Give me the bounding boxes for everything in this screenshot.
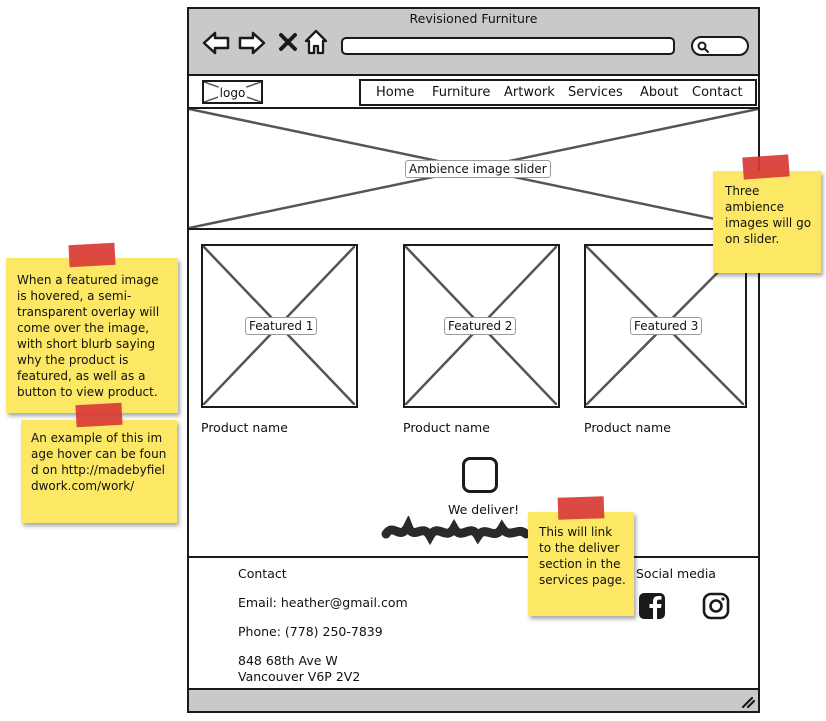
- forward-arrow-icon[interactable]: [237, 29, 267, 57]
- featured-image-2[interactable]: Featured 2: [403, 244, 560, 408]
- address-bar[interactable]: [341, 37, 675, 55]
- window-title: Revisioned Furniture: [409, 11, 538, 26]
- nav-about[interactable]: About: [640, 85, 678, 100]
- scribble-text-placeholder: [381, 516, 530, 546]
- featured-label: Featured 2: [444, 317, 517, 335]
- home-icon[interactable]: [303, 28, 329, 56]
- ambience-image-slider[interactable]: Ambience image slider: [189, 109, 758, 230]
- site-header: logo Home Furniture Artwork Services Abo…: [189, 76, 758, 109]
- slider-label: Ambience image slider: [405, 160, 551, 178]
- search-icon: [697, 41, 709, 53]
- nav-home[interactable]: Home: [376, 85, 414, 100]
- browser-search-field[interactable]: [691, 36, 749, 56]
- tape: [557, 496, 605, 520]
- note-text: An example of this image hover can be fo…: [31, 431, 167, 493]
- contact-email[interactable]: Email: heather@gmail.com: [238, 595, 408, 610]
- close-x-icon[interactable]: [277, 31, 299, 53]
- note-text: When a featured image is hovered, a semi…: [17, 273, 160, 399]
- instagram-icon[interactable]: [702, 592, 730, 620]
- tape: [68, 242, 116, 268]
- status-bar: [189, 688, 758, 711]
- resize-grip-icon[interactable]: [739, 694, 755, 708]
- back-arrow-icon[interactable]: [201, 29, 231, 57]
- featured-label: Featured 1: [245, 317, 318, 335]
- logo[interactable]: logo: [202, 80, 263, 104]
- facebook-icon[interactable]: [638, 592, 666, 620]
- delivery-icon[interactable]: [462, 457, 498, 493]
- tape: [75, 402, 123, 428]
- featured-image-1[interactable]: Featured 1: [201, 244, 358, 408]
- note-text: This will link to the deliver section in…: [539, 525, 626, 587]
- sticky-note-slider: Three ambience images will go on slider.: [713, 171, 821, 273]
- browser-toolbar: Revisioned Furniture: [189, 9, 758, 76]
- sticky-note-example: An example of this image hover can be fo…: [21, 420, 177, 523]
- address-line-1: 848 68th Ave W: [238, 653, 338, 668]
- social-heading: Social media: [636, 566, 716, 581]
- product-name-3[interactable]: Product name: [584, 420, 671, 435]
- main-navigation: Home Furniture Artwork Services About Co…: [359, 79, 757, 106]
- nav-artwork[interactable]: Artwork: [504, 85, 555, 100]
- tape: [742, 154, 790, 180]
- delivery-label[interactable]: We deliver!: [448, 502, 519, 517]
- nav-contact[interactable]: Contact: [692, 85, 743, 100]
- featured-label: Featured 3: [630, 317, 703, 335]
- address-line-2: Vancouver V6P 2V2: [238, 669, 361, 684]
- note-text: Three ambience images will go on slider.: [725, 184, 812, 246]
- product-name-2[interactable]: Product name: [403, 420, 490, 435]
- sticky-note-deliver: This will link to the deliver section in…: [528, 512, 634, 616]
- nav-services[interactable]: Services: [568, 85, 623, 100]
- contact-heading: Contact: [238, 566, 287, 581]
- sticky-note-hover: When a featured image is hovered, a semi…: [6, 258, 178, 413]
- product-name-1[interactable]: Product name: [201, 420, 288, 435]
- logo-label: logo: [217, 86, 248, 100]
- footer-divider: [189, 556, 758, 558]
- nav-furniture[interactable]: Furniture: [432, 85, 490, 100]
- contact-phone[interactable]: Phone: (778) 250-7839: [238, 624, 383, 639]
